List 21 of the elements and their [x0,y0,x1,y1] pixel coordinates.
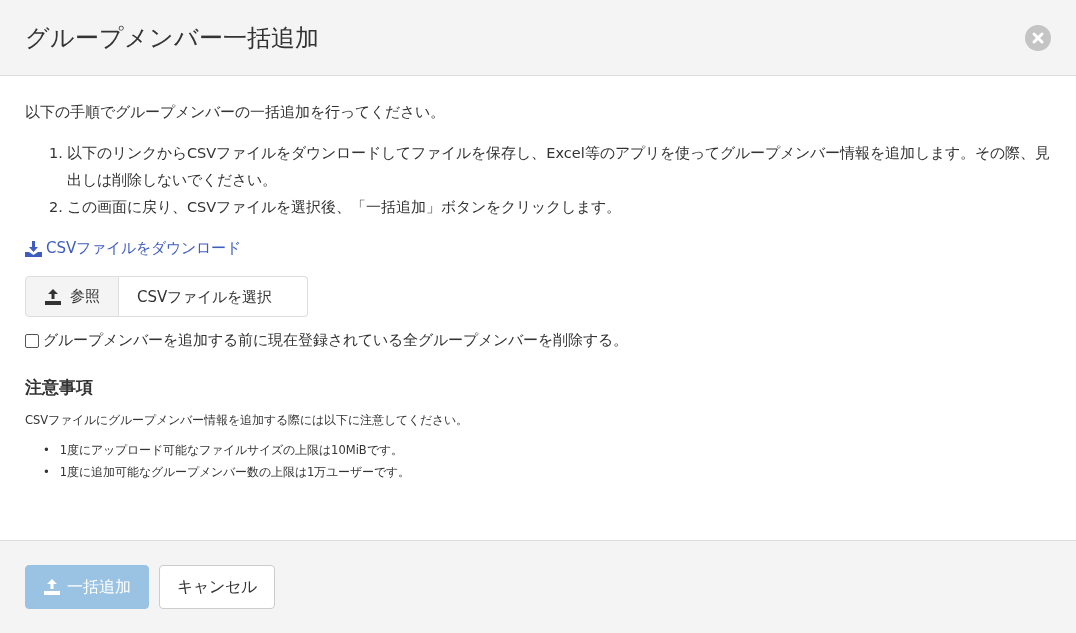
download-link[interactable]: CSVファイルをダウンロード [25,239,242,258]
intro-text: 以下の手順でグループメンバーの一括追加を行ってください。 [25,102,446,123]
file-field[interactable]: CSVファイルを選択 [119,276,308,317]
step-text: 以下のリンクからCSVファイルをダウンロードしてファイルを保存し、Excel等のアプリを使ってグループメンバー情報を追加します。その際、見出しは削除しないでください。 [67,144,1051,190]
bullet: • [43,442,50,459]
upload-icon [43,578,61,596]
notes-intro: CSVファイルにグループメンバー情報を追加する際には以下に注意してください。 [25,412,470,429]
download-icon [25,240,42,257]
checkbox-label: グループメンバーを追加する前に現在登録されている全グループメンバーを削除する。 [43,331,628,350]
step-text: この画面に戻り、CSVファイルを選択後、「一括追加」ボタンをクリックします。 [67,198,623,217]
note-text: 1度に追加可能なグループメンバー数の上限は1万ユーザーです。 [59,464,411,481]
cancel-button[interactable]: キャンセル [159,565,275,609]
upload-icon [44,287,62,306]
delete-checkbox[interactable] [25,333,39,348]
note-text: 1度にアップロード可能なファイルサイズの上限は10MiBです。 [59,442,403,459]
browse-button[interactable]: 参照 [25,276,119,317]
step-number: 2. [49,198,63,217]
dialog-title: グループメンバー一括追加 [25,22,319,54]
bullet: • [43,464,50,481]
step-number: 1. [49,144,63,163]
notes-heading: 注意事項 [25,376,94,399]
